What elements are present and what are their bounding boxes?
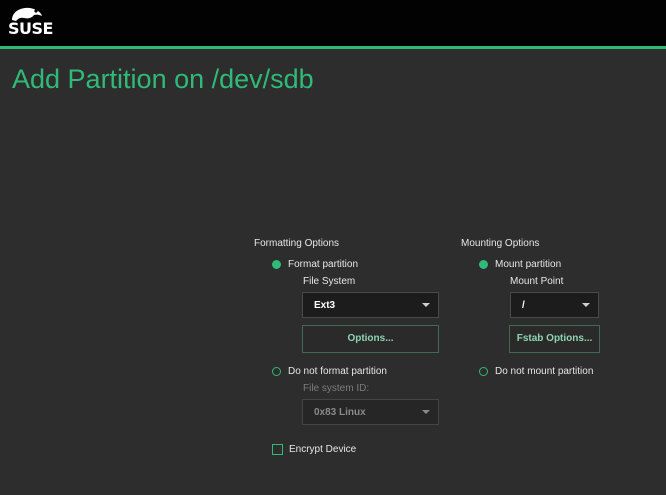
fstab-options-button[interactable]: Fstab Options... xyxy=(509,325,600,353)
do-not-mount-label[interactable]: Do not mount partition xyxy=(495,366,593,377)
checkbox-icon[interactable] xyxy=(272,444,283,455)
file-system-id-value: 0x83 Linux xyxy=(314,407,366,418)
file-system-id-label: File system ID: xyxy=(303,383,370,394)
mount-partition-label[interactable]: Mount partition xyxy=(495,259,561,270)
do-not-format-label[interactable]: Do not format partition xyxy=(288,366,387,377)
file-system-value: Ext3 xyxy=(314,300,336,311)
mount-point-value: / xyxy=(522,300,525,311)
suse-logo: SUSE xyxy=(8,6,68,38)
radio-unchecked-icon[interactable] xyxy=(479,367,488,376)
page-title: Add Partition on /dev/sdb xyxy=(12,64,314,94)
encrypt-device-label[interactable]: Encrypt Device xyxy=(289,444,356,455)
header-accent-line xyxy=(0,46,666,49)
format-partition-label[interactable]: Format partition xyxy=(288,259,358,270)
chevron-down-icon xyxy=(422,410,430,414)
options-button[interactable]: Options... xyxy=(302,325,439,353)
header-bar: SUSE xyxy=(0,0,666,46)
radio-checked-icon[interactable] xyxy=(272,260,281,269)
logo-text: SUSE xyxy=(8,19,53,38)
mounting-options-heading: Mounting Options xyxy=(461,238,540,249)
radio-checked-icon[interactable] xyxy=(479,260,488,269)
file-system-id-combo[interactable]: 0x83 Linux xyxy=(302,399,439,425)
formatting-options-heading: Formatting Options xyxy=(254,238,340,249)
mount-point-label: Mount Point xyxy=(510,276,564,287)
file-system-label: File System xyxy=(303,276,356,287)
chevron-down-icon xyxy=(582,303,590,307)
mount-point-combo[interactable]: / xyxy=(510,292,599,318)
chevron-down-icon xyxy=(422,303,430,307)
radio-unchecked-icon[interactable] xyxy=(272,367,281,376)
file-system-combo[interactable]: Ext3 xyxy=(302,292,439,318)
